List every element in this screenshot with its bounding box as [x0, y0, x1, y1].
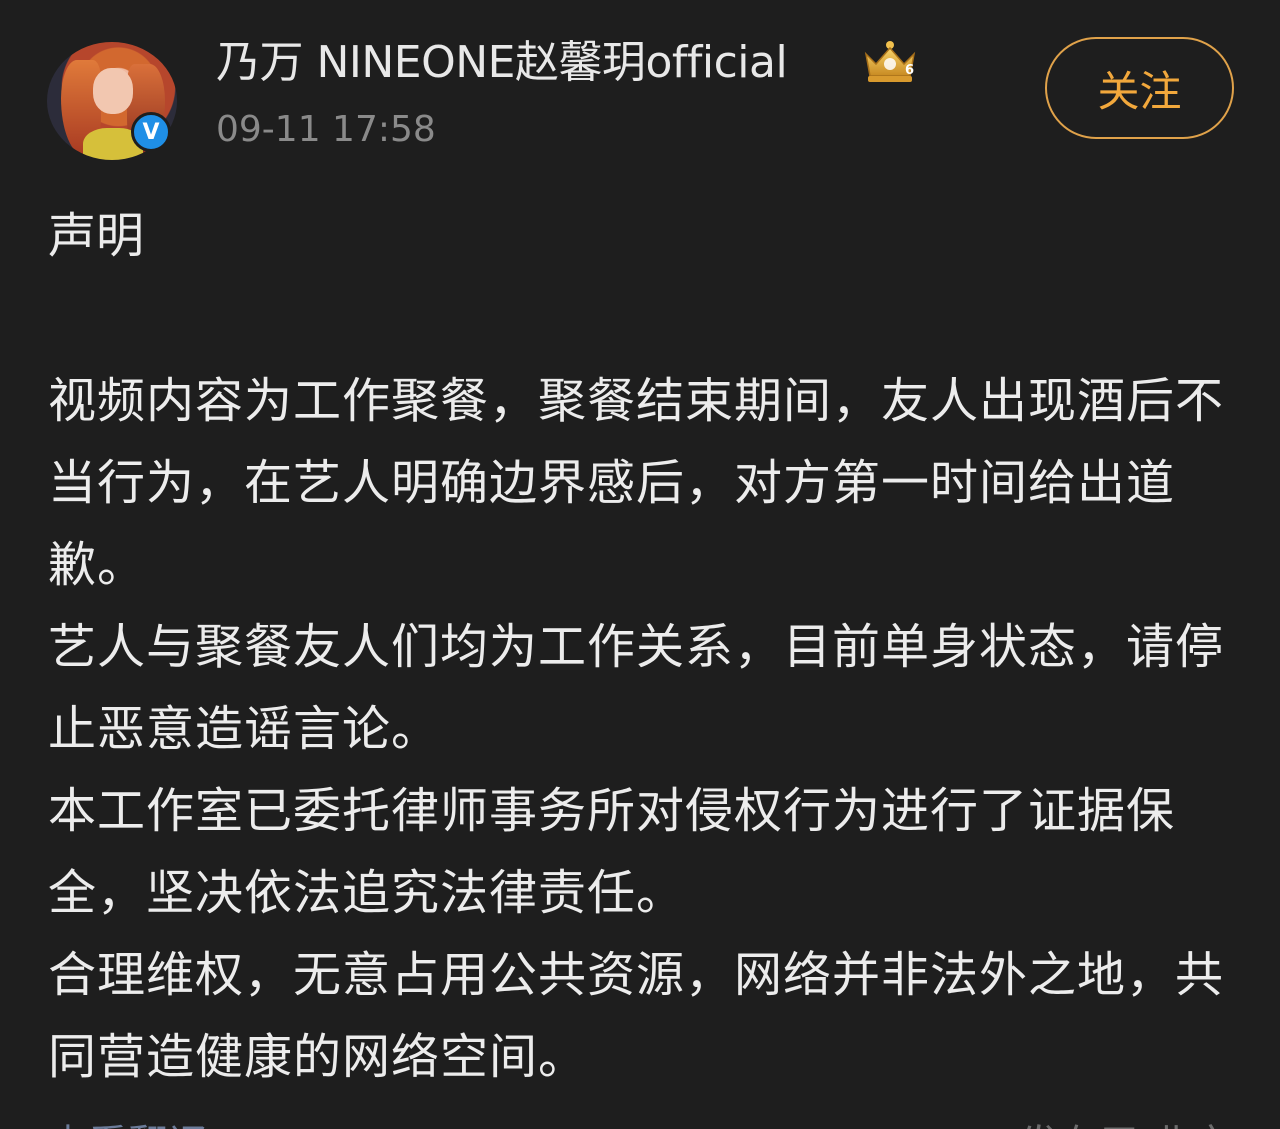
post-paragraph-1: 视频内容为工作聚餐，聚餐结束期间，友人出现酒后不当行为，在艺人明确边界感后，对方… [48, 373, 1225, 593]
post-location: 发布于 北京 [1019, 1112, 1232, 1129]
post-title: 声明 [48, 208, 145, 264]
avatar-face [93, 68, 133, 114]
post-header: V 乃万 NINEONE赵馨玥official 6 09-11 17:58 关注 [0, 0, 1280, 180]
post-footer: 查看翻译 发布于 北京 [0, 1106, 1280, 1129]
crown-level-icon: 6 [864, 41, 916, 82]
post-paragraph-3: 本工作室已委托律师事务所对侵权行为进行了证据保全，坚决依法追究法律责任。 [48, 783, 1176, 921]
follow-button[interactable]: 关注 [1045, 37, 1234, 139]
post-paragraph-4: 合理维权，无意占用公共资源，网络并非法外之地，共同营造健康的网络空间。 [48, 947, 1225, 1085]
verified-badge-icon: V [131, 112, 171, 152]
username[interactable]: 乃万 NINEONE赵馨玥official [216, 36, 788, 90]
crown-level-number: 6 [905, 63, 914, 78]
post-body: 声明 视频内容为工作聚餐，聚餐结束期间，友人出现酒后不当行为，在艺人明确边界感后… [48, 196, 1238, 1098]
translate-link[interactable]: 查看翻译 [48, 1112, 208, 1129]
post-timestamp: 09-11 17:58 [216, 109, 436, 150]
post-paragraph-2: 艺人与聚餐友人们均为工作关系，目前单身状态，请停止恶意造谣言论。 [48, 619, 1225, 757]
